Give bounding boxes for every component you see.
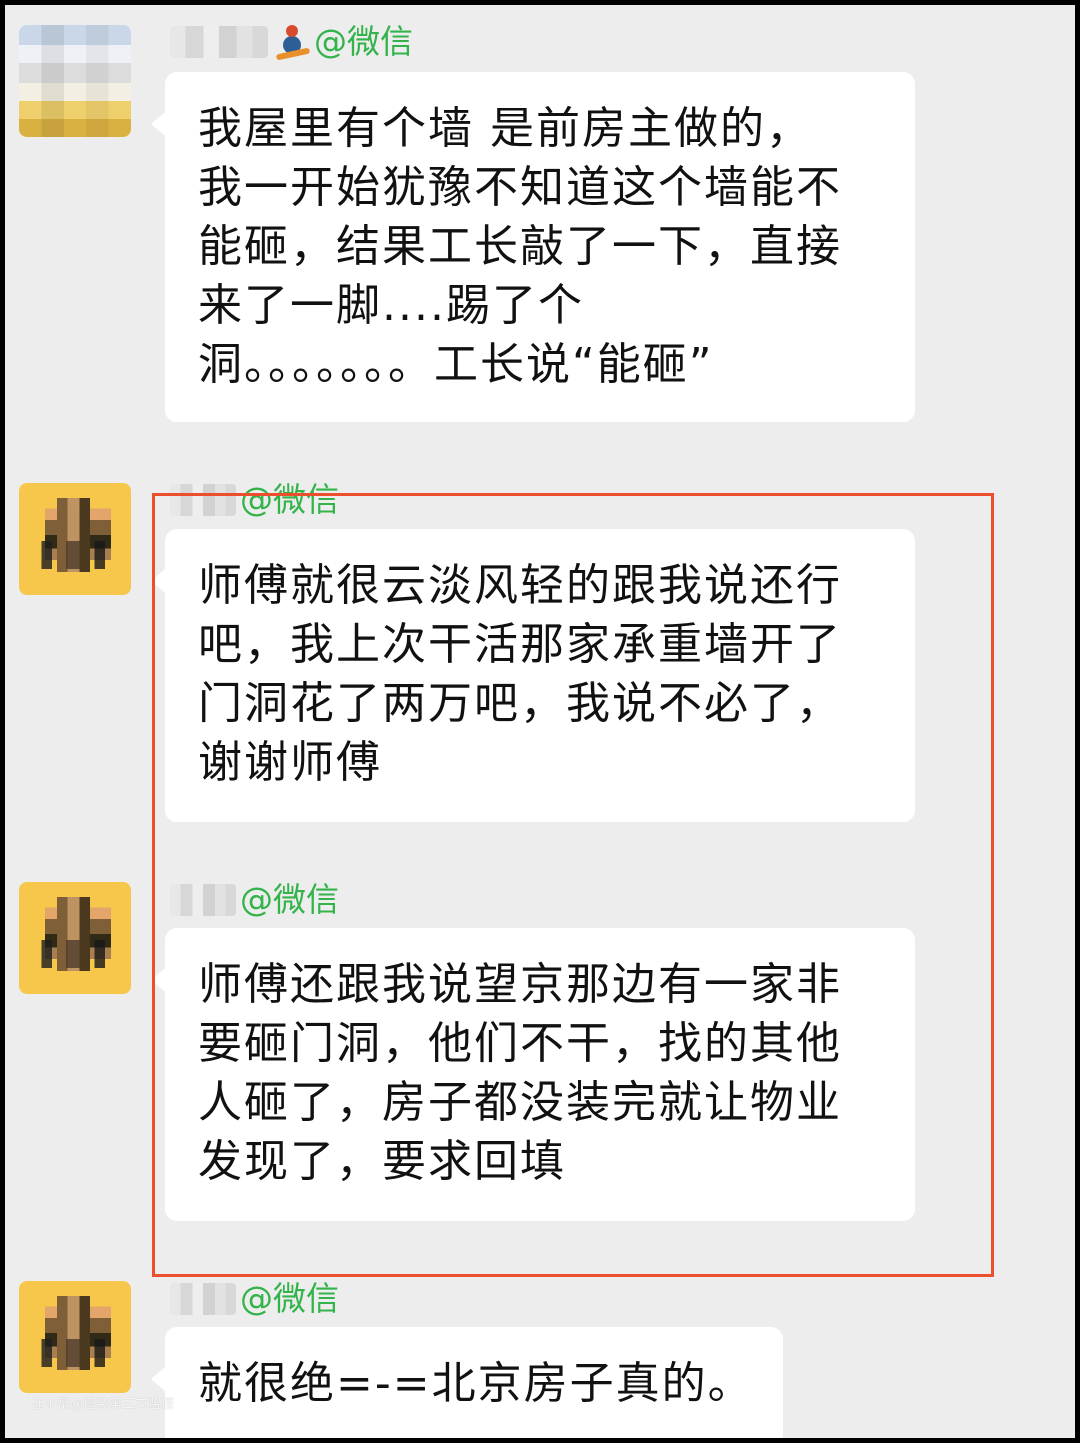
message-line: 洞。。。。。。。工长说“能砸”: [198, 339, 714, 390]
sender-name-row: @微信: [170, 22, 413, 62]
message-line: 能砸，结果工长敲了一下，直接: [198, 221, 842, 272]
watermark: 住小帮@搭装第三方监理: [31, 1397, 175, 1412]
avatar[interactable]: [19, 483, 131, 595]
message-line: 我一开始犹豫不知道这个墙能不: [198, 162, 842, 213]
red-highlight-frame: [152, 493, 994, 1277]
message-bubble[interactable]: 就很绝=-=北京房子真的。: [151, 1327, 783, 1438]
message-line: 我屋里有个墙 是前房主做的，: [198, 103, 812, 154]
avatar[interactable]: [19, 1281, 131, 1393]
blurred-sender-name: [170, 26, 268, 58]
snowboarder-icon: [276, 25, 310, 59]
message-line: 来了一脚....踢了个: [198, 280, 584, 331]
sender-name-row: @微信: [170, 1279, 339, 1319]
wechat-source-label: @微信: [314, 22, 413, 61]
avatar[interactable]: [19, 882, 131, 994]
message-bubble[interactable]: 我屋里有个墙 是前房主做的， 我一开始犹豫不知道这个墙能不 能砸，结果工长敲了一…: [151, 72, 915, 422]
avatar[interactable]: [19, 25, 131, 137]
chat-screen: @微信 我屋里有个墙 是前房主做的， 我一开始犹豫不知道这个墙能不 能砸，结果工…: [5, 5, 1075, 1438]
wechat-source-label: @微信: [240, 1279, 339, 1318]
message-line: 就很绝=-=北京房子真的。: [198, 1358, 754, 1409]
blurred-sender-name: [170, 1283, 236, 1315]
